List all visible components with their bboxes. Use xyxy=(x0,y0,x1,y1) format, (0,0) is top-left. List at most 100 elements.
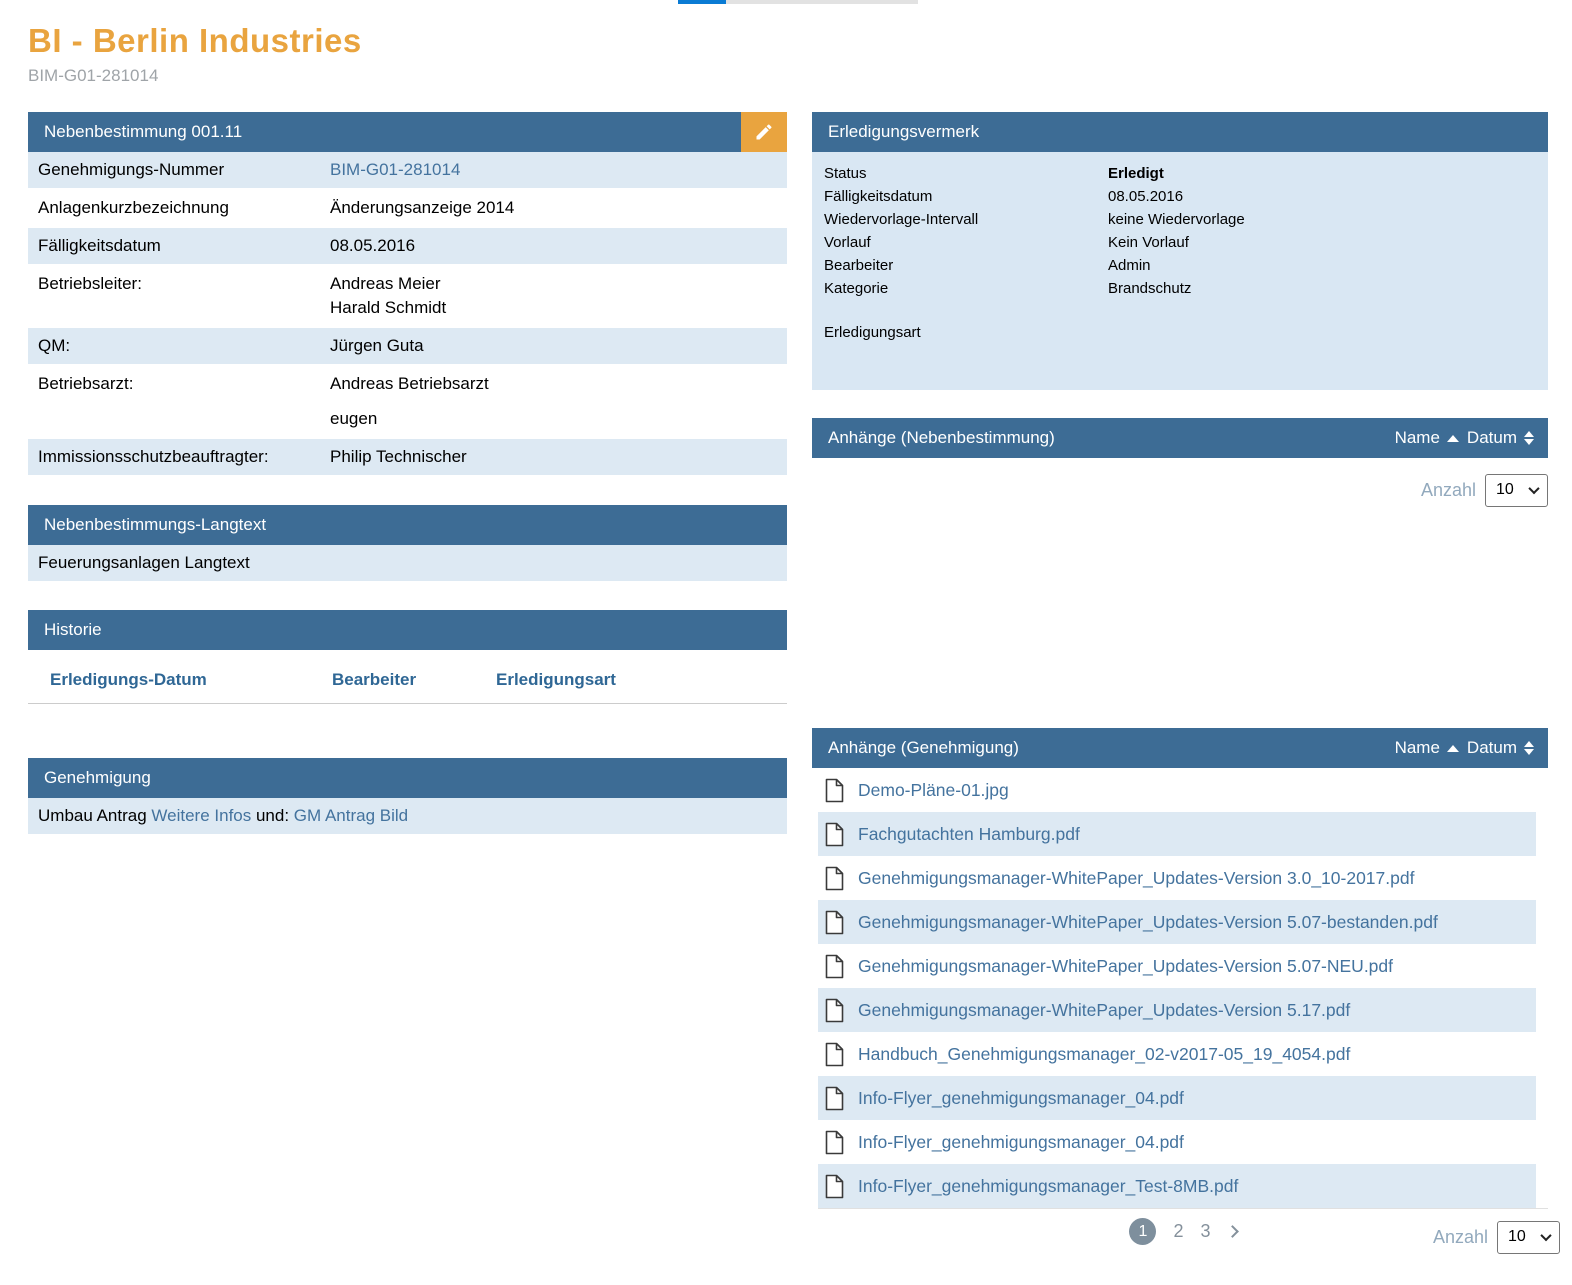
anzahl-label: Anzahl xyxy=(1421,480,1476,501)
anzahl-label: Anzahl xyxy=(1433,1227,1488,1248)
top-progress-strip xyxy=(678,0,918,4)
langtext-panel: Nebenbestimmungs-Langtext Feuerungsanlag… xyxy=(28,505,787,583)
attachment-row: Handbuch_Genehmigungsmanager_02-v2017-05… xyxy=(818,1032,1536,1076)
column-header-erledigungsart[interactable]: Erledigungsart xyxy=(496,670,616,690)
genehmigung-row: Umbau Antrag Weitere Infos und: GM Antra… xyxy=(28,798,787,836)
table-row: Anlagenkurzbezeichnung Änderungsanzeige … xyxy=(28,190,787,228)
nebenbestimmung-panel-header: Nebenbestimmung 001.11 xyxy=(28,112,787,152)
attachment-row: Genehmigungsmanager-WhitePaper_Updates-V… xyxy=(818,900,1536,944)
sort-by-datum[interactable]: Datum xyxy=(1467,738,1534,758)
document-icon xyxy=(825,1086,844,1111)
document-icon xyxy=(825,822,844,847)
nebenbestimmung-panel-title: Nebenbestimmung 001.11 xyxy=(44,122,741,142)
field-row: Wiedervorlage-Intervall keine Wiedervorl… xyxy=(824,208,1536,231)
page-size-value: 10 xyxy=(1508,1228,1526,1246)
attachment-link[interactable]: Info-Flyer_genehmigungsmanager_Test-8MB.… xyxy=(858,1176,1238,1197)
historie-panel-title: Historie xyxy=(44,620,787,640)
row-value: Änderungsanzeige 2014 xyxy=(330,198,787,218)
langtext-panel-title: Nebenbestimmungs-Langtext xyxy=(44,515,787,535)
table-row: Immissionsschutzbeauftragter: Philip Tec… xyxy=(28,439,787,477)
field-value: keine Wiedervorlage xyxy=(1108,208,1245,231)
attachment-row: Genehmigungsmanager-WhitePaper_Updates-V… xyxy=(818,856,1536,900)
attachment-link[interactable]: Demo-Pläne-01.jpg xyxy=(858,780,1009,801)
pagination-row: 1 2 3 Anzahl 10 xyxy=(818,1208,1548,1258)
row-label: Genehmigungs-Nummer xyxy=(38,160,330,180)
sort-asc-icon xyxy=(1447,745,1459,752)
attachment-link[interactable]: Info-Flyer_genehmigungsmanager_04.pdf xyxy=(858,1088,1184,1109)
attachment-link[interactable]: Info-Flyer_genehmigungsmanager_04.pdf xyxy=(858,1132,1184,1153)
historie-panel: Historie Erledigungs-Datum Bearbeiter Er… xyxy=(28,610,787,711)
row-label: Anlagenkurzbezeichnung xyxy=(38,198,330,218)
sort-by-datum[interactable]: Datum xyxy=(1467,428,1534,448)
sort-datum-label: Datum xyxy=(1467,738,1517,758)
edit-button[interactable] xyxy=(741,112,787,152)
table-row: QM: Jürgen Guta xyxy=(28,328,787,366)
page-button-3[interactable]: 3 xyxy=(1201,1221,1211,1242)
page-title: BI - Berlin Industries xyxy=(28,22,1572,60)
attachment-list: Demo-Pläne-01.jpg Fachgutachten Hamburg.p… xyxy=(818,768,1536,1208)
gm-antrag-bild-link[interactable]: GM Antrag Bild xyxy=(294,806,408,825)
erledigungsvermerk-panel: Erledigungsvermerk Status Erledigt Fälli… xyxy=(812,112,1548,390)
erledigungsvermerk-panel-header: Erledigungsvermerk xyxy=(812,112,1548,152)
table-row: Fälligkeitsdatum 08.05.2016 xyxy=(28,228,787,266)
row-label: Fälligkeitsdatum xyxy=(38,236,330,256)
document-icon xyxy=(825,954,844,979)
next-page-icon[interactable] xyxy=(1226,1225,1239,1238)
sort-by-name[interactable]: Name xyxy=(1395,428,1459,448)
row-value-line: Andreas Betriebsarzt xyxy=(330,374,787,394)
sort-both-icon xyxy=(1524,431,1534,445)
attachment-link[interactable]: Genehmigungsmanager-WhitePaper_Updates-V… xyxy=(858,912,1438,933)
row-value-line: eugen xyxy=(330,409,787,429)
anhaenge-nebenbestimmung-panel: Anhänge (Nebenbestimmung) Name Datum Anz… xyxy=(812,418,1548,511)
field-value: Brandschutz xyxy=(1108,277,1191,300)
field-value: 08.05.2016 xyxy=(1108,185,1183,208)
chevron-down-icon xyxy=(1540,1230,1551,1241)
column-header-bearbeiter[interactable]: Bearbeiter xyxy=(332,670,496,690)
table-row: Genehmigungs-Nummer BIM-G01-281014 xyxy=(28,152,787,190)
row-value: Jürgen Guta xyxy=(330,336,787,356)
field-row: Erledigungsart xyxy=(824,321,1536,344)
historie-panel-header: Historie xyxy=(28,610,787,650)
attachment-link[interactable]: Genehmigungsmanager-WhitePaper_Updates-V… xyxy=(858,1000,1350,1021)
genehmigung-text: Umbau Antrag Weitere Infos und: GM Antra… xyxy=(38,806,408,826)
row-label: Immissionsschutzbeauftragter: xyxy=(38,447,330,467)
anhaenge-nebenbestimmung-title: Anhänge (Nebenbestimmung) xyxy=(828,428,1395,448)
document-icon xyxy=(825,1174,844,1199)
genehmigungs-nummer-link[interactable]: BIM-G01-281014 xyxy=(330,160,460,179)
attachment-link[interactable]: Fachgutachten Hamburg.pdf xyxy=(858,824,1080,845)
column-header-erledigungs-datum[interactable]: Erledigungs-Datum xyxy=(50,670,332,690)
row-value: Philip Technischer xyxy=(330,447,787,467)
page-size-select[interactable]: 10 xyxy=(1485,474,1548,507)
field-value: Admin xyxy=(1108,254,1151,277)
spacer xyxy=(824,300,1536,321)
attachment-row: Genehmigungsmanager-WhitePaper_Updates-V… xyxy=(818,988,1536,1032)
row-label: Betriebsarzt: xyxy=(38,374,330,429)
row-value-line: Andreas Meier xyxy=(330,274,787,294)
page-button-1[interactable]: 1 xyxy=(1129,1218,1156,1245)
erledigungsvermerk-body: Status Erledigt Fälligkeitsdatum 08.05.2… xyxy=(812,152,1548,390)
nebenbestimmung-panel: Nebenbestimmung 001.11 Genehmigungs-Numm… xyxy=(28,112,787,477)
erledigungsvermerk-panel-title: Erledigungsvermerk xyxy=(828,122,1548,142)
field-row: Status Erledigt xyxy=(824,162,1536,185)
page-size-select[interactable]: 10 xyxy=(1497,1221,1560,1254)
row-value: Andreas Betriebsarzt eugen xyxy=(330,374,787,429)
page-button-2[interactable]: 2 xyxy=(1173,1221,1183,1242)
sort-by-name[interactable]: Name xyxy=(1395,738,1459,758)
document-icon xyxy=(825,1042,844,1067)
genehmigung-text-prefix: Umbau Antrag xyxy=(38,806,151,825)
row-label: QM: xyxy=(38,336,330,356)
page-size-row: Anzahl 10 xyxy=(812,458,1548,511)
attachment-link[interactable]: Genehmigungsmanager-WhitePaper_Updates-V… xyxy=(858,956,1393,977)
field-row: Fälligkeitsdatum 08.05.2016 xyxy=(824,185,1536,208)
attachment-link[interactable]: Handbuch_Genehmigungsmanager_02-v2017-05… xyxy=(858,1044,1350,1065)
field-label: Erledigungsart xyxy=(824,321,1108,344)
field-label: Vorlauf xyxy=(824,231,1108,254)
page-size-row: Anzahl 10 xyxy=(1433,1205,1560,1258)
weitere-infos-link[interactable]: Weitere Infos xyxy=(151,806,251,825)
row-value: 08.05.2016 xyxy=(330,236,787,256)
anhaenge-genehmigung-panel: Anhänge (Genehmigung) Name Datum Demo-Pl… xyxy=(812,728,1548,1258)
field-row: Bearbeiter Admin xyxy=(824,254,1536,277)
attachment-row: Fachgutachten Hamburg.pdf xyxy=(818,812,1536,856)
field-label: Kategorie xyxy=(824,277,1108,300)
attachment-link[interactable]: Genehmigungsmanager-WhitePaper_Updates-V… xyxy=(858,868,1414,889)
